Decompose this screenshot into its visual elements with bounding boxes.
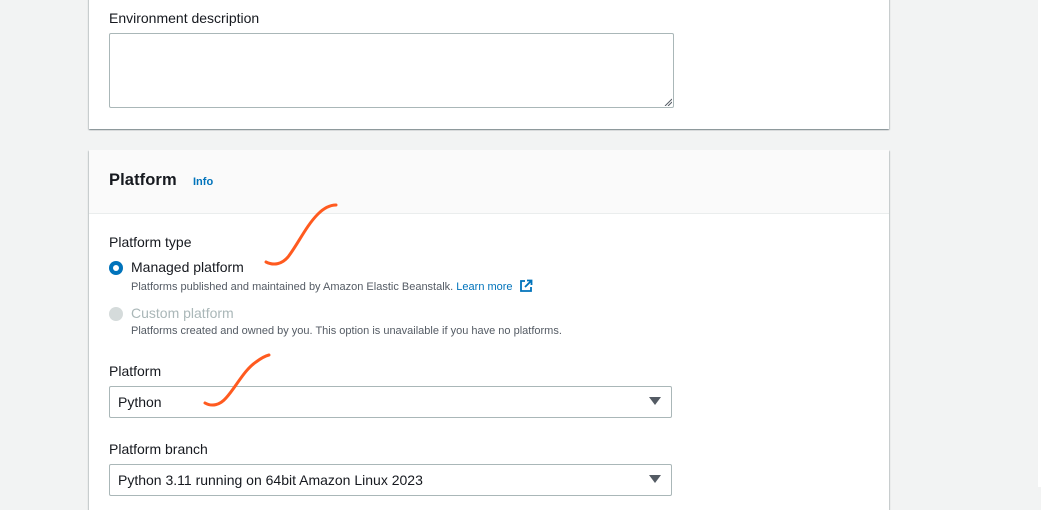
external-link-icon[interactable] — [519, 279, 533, 293]
platform-branch-label: Platform branch — [109, 441, 208, 457]
chevron-down-icon[interactable] — [649, 397, 661, 405]
platform-type-label: Platform type — [109, 234, 192, 250]
info-link[interactable]: Info — [193, 176, 213, 188]
chevron-down-icon[interactable] — [649, 475, 661, 483]
radio-label: Custom platform — [131, 305, 234, 321]
environment-info-card: Environment description — [89, 0, 889, 129]
platform-select-value: Python — [118, 394, 162, 410]
radio-description: Platforms published and maintained by Am… — [131, 279, 533, 293]
platform-branch-select[interactable]: Python 3.11 running on 64bit Amazon Linu… — [109, 464, 672, 496]
radio-checked-icon[interactable] — [109, 261, 123, 275]
section-title: Platform — [109, 171, 177, 189]
radio-label: Managed platform — [131, 259, 244, 275]
custom-platform-description: Platforms created and owned by you. This… — [131, 325, 562, 337]
platform-card: Platform Info Platform type Managed plat… — [89, 150, 889, 510]
managed-platform-description: Platforms published and maintained by Am… — [131, 281, 454, 293]
environment-description-label: Environment description — [109, 10, 260, 26]
learn-more-link[interactable]: Learn more — [456, 281, 512, 293]
resize-grip-icon[interactable] — [664, 98, 672, 106]
platform-branch-select-value: Python 3.11 running on 64bit Amazon Linu… — [118, 472, 423, 488]
platform-select[interactable]: Python — [109, 386, 672, 418]
radio-disabled-icon[interactable] — [109, 307, 123, 321]
platform-card-header: Platform Info — [89, 150, 889, 214]
platform-label: Platform — [109, 363, 162, 379]
environment-description-textarea[interactable] — [109, 33, 674, 108]
